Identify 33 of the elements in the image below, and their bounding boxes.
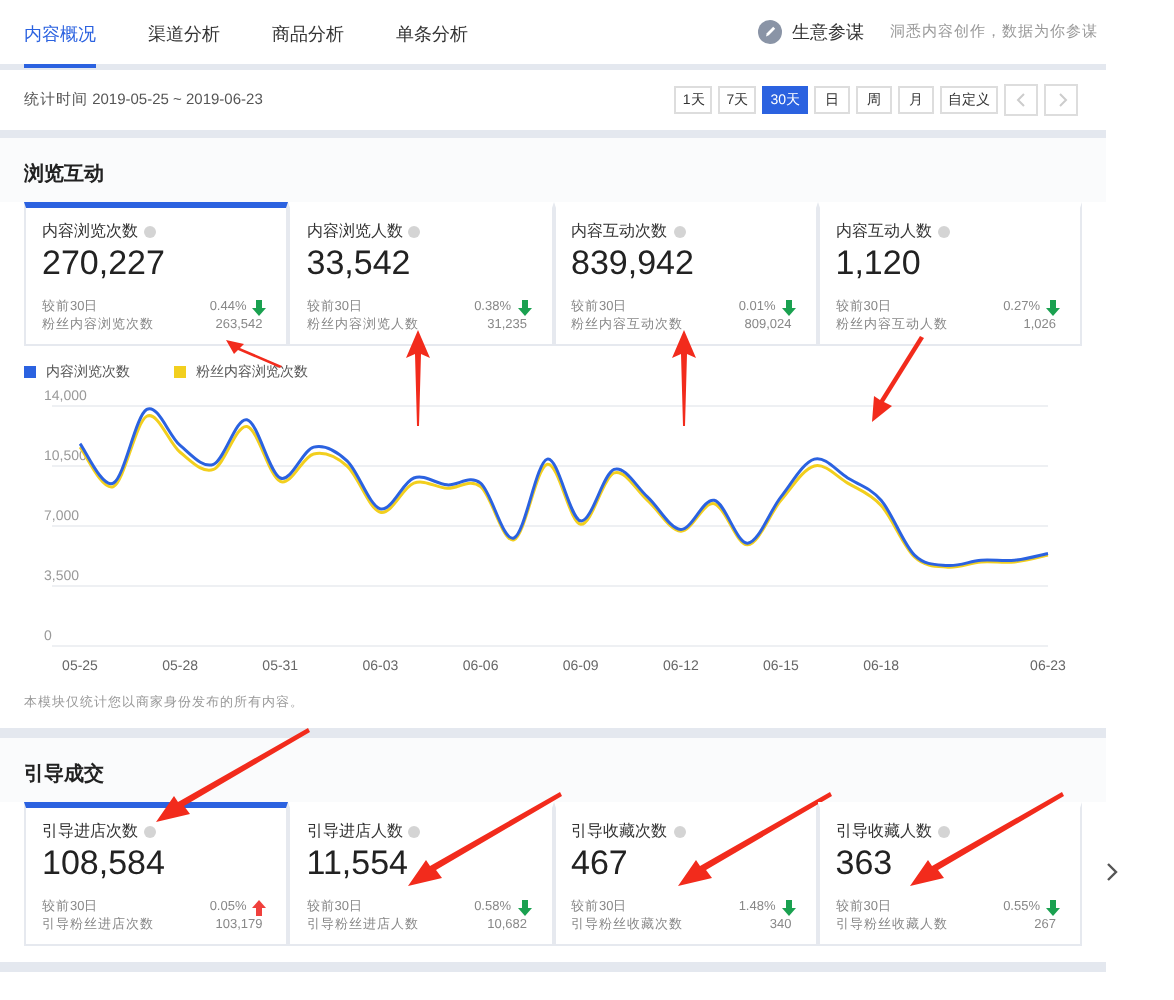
metric-value: 839,942 (571, 244, 696, 284)
nav-tab[interactable]: 商品分析 (272, 3, 344, 67)
metric-value: 33,542 (306, 244, 413, 284)
info-icon (937, 825, 950, 837)
section-title: 引导成交 (0, 738, 1106, 802)
metric-title: 引导进店人数 (306, 820, 403, 842)
nav-tab[interactable]: 渠道分析 (148, 3, 220, 67)
info-icon (408, 225, 421, 237)
metric-title: 引导收藏人数 (835, 820, 932, 842)
info-icon (408, 825, 421, 837)
info-icon (144, 825, 156, 837)
metric-value: 270,227 (42, 244, 167, 284)
metric-title: 内容浏览人数 (306, 220, 403, 242)
info-icon (673, 825, 685, 837)
pencil-icon (758, 20, 782, 44)
advisor-label[interactable]: 生意参谋 (792, 19, 864, 45)
section-title: 浏览互动 (0, 138, 1106, 202)
info-icon (144, 225, 156, 237)
metric-value: 1,120 (835, 244, 923, 284)
metric-title: 内容互动人数 (835, 220, 932, 242)
chevron-right-icon (1053, 92, 1069, 108)
metric-title: 引导收藏次数 (571, 820, 667, 842)
nav-tab[interactable]: 单条分析 (396, 3, 468, 67)
metric-title: 内容浏览次数 (42, 220, 138, 242)
info-icon (937, 225, 950, 237)
metric-title: 内容互动次数 (571, 220, 667, 242)
metric-value: 467 (571, 844, 630, 884)
info-icon (673, 225, 685, 237)
metric-title: 引导进店次数 (42, 820, 138, 842)
chevron-left-icon (1013, 92, 1029, 108)
metric-value: 11,554 (306, 844, 410, 884)
metric-value: 363 (835, 844, 895, 884)
metric-value: 108,584 (42, 844, 167, 884)
